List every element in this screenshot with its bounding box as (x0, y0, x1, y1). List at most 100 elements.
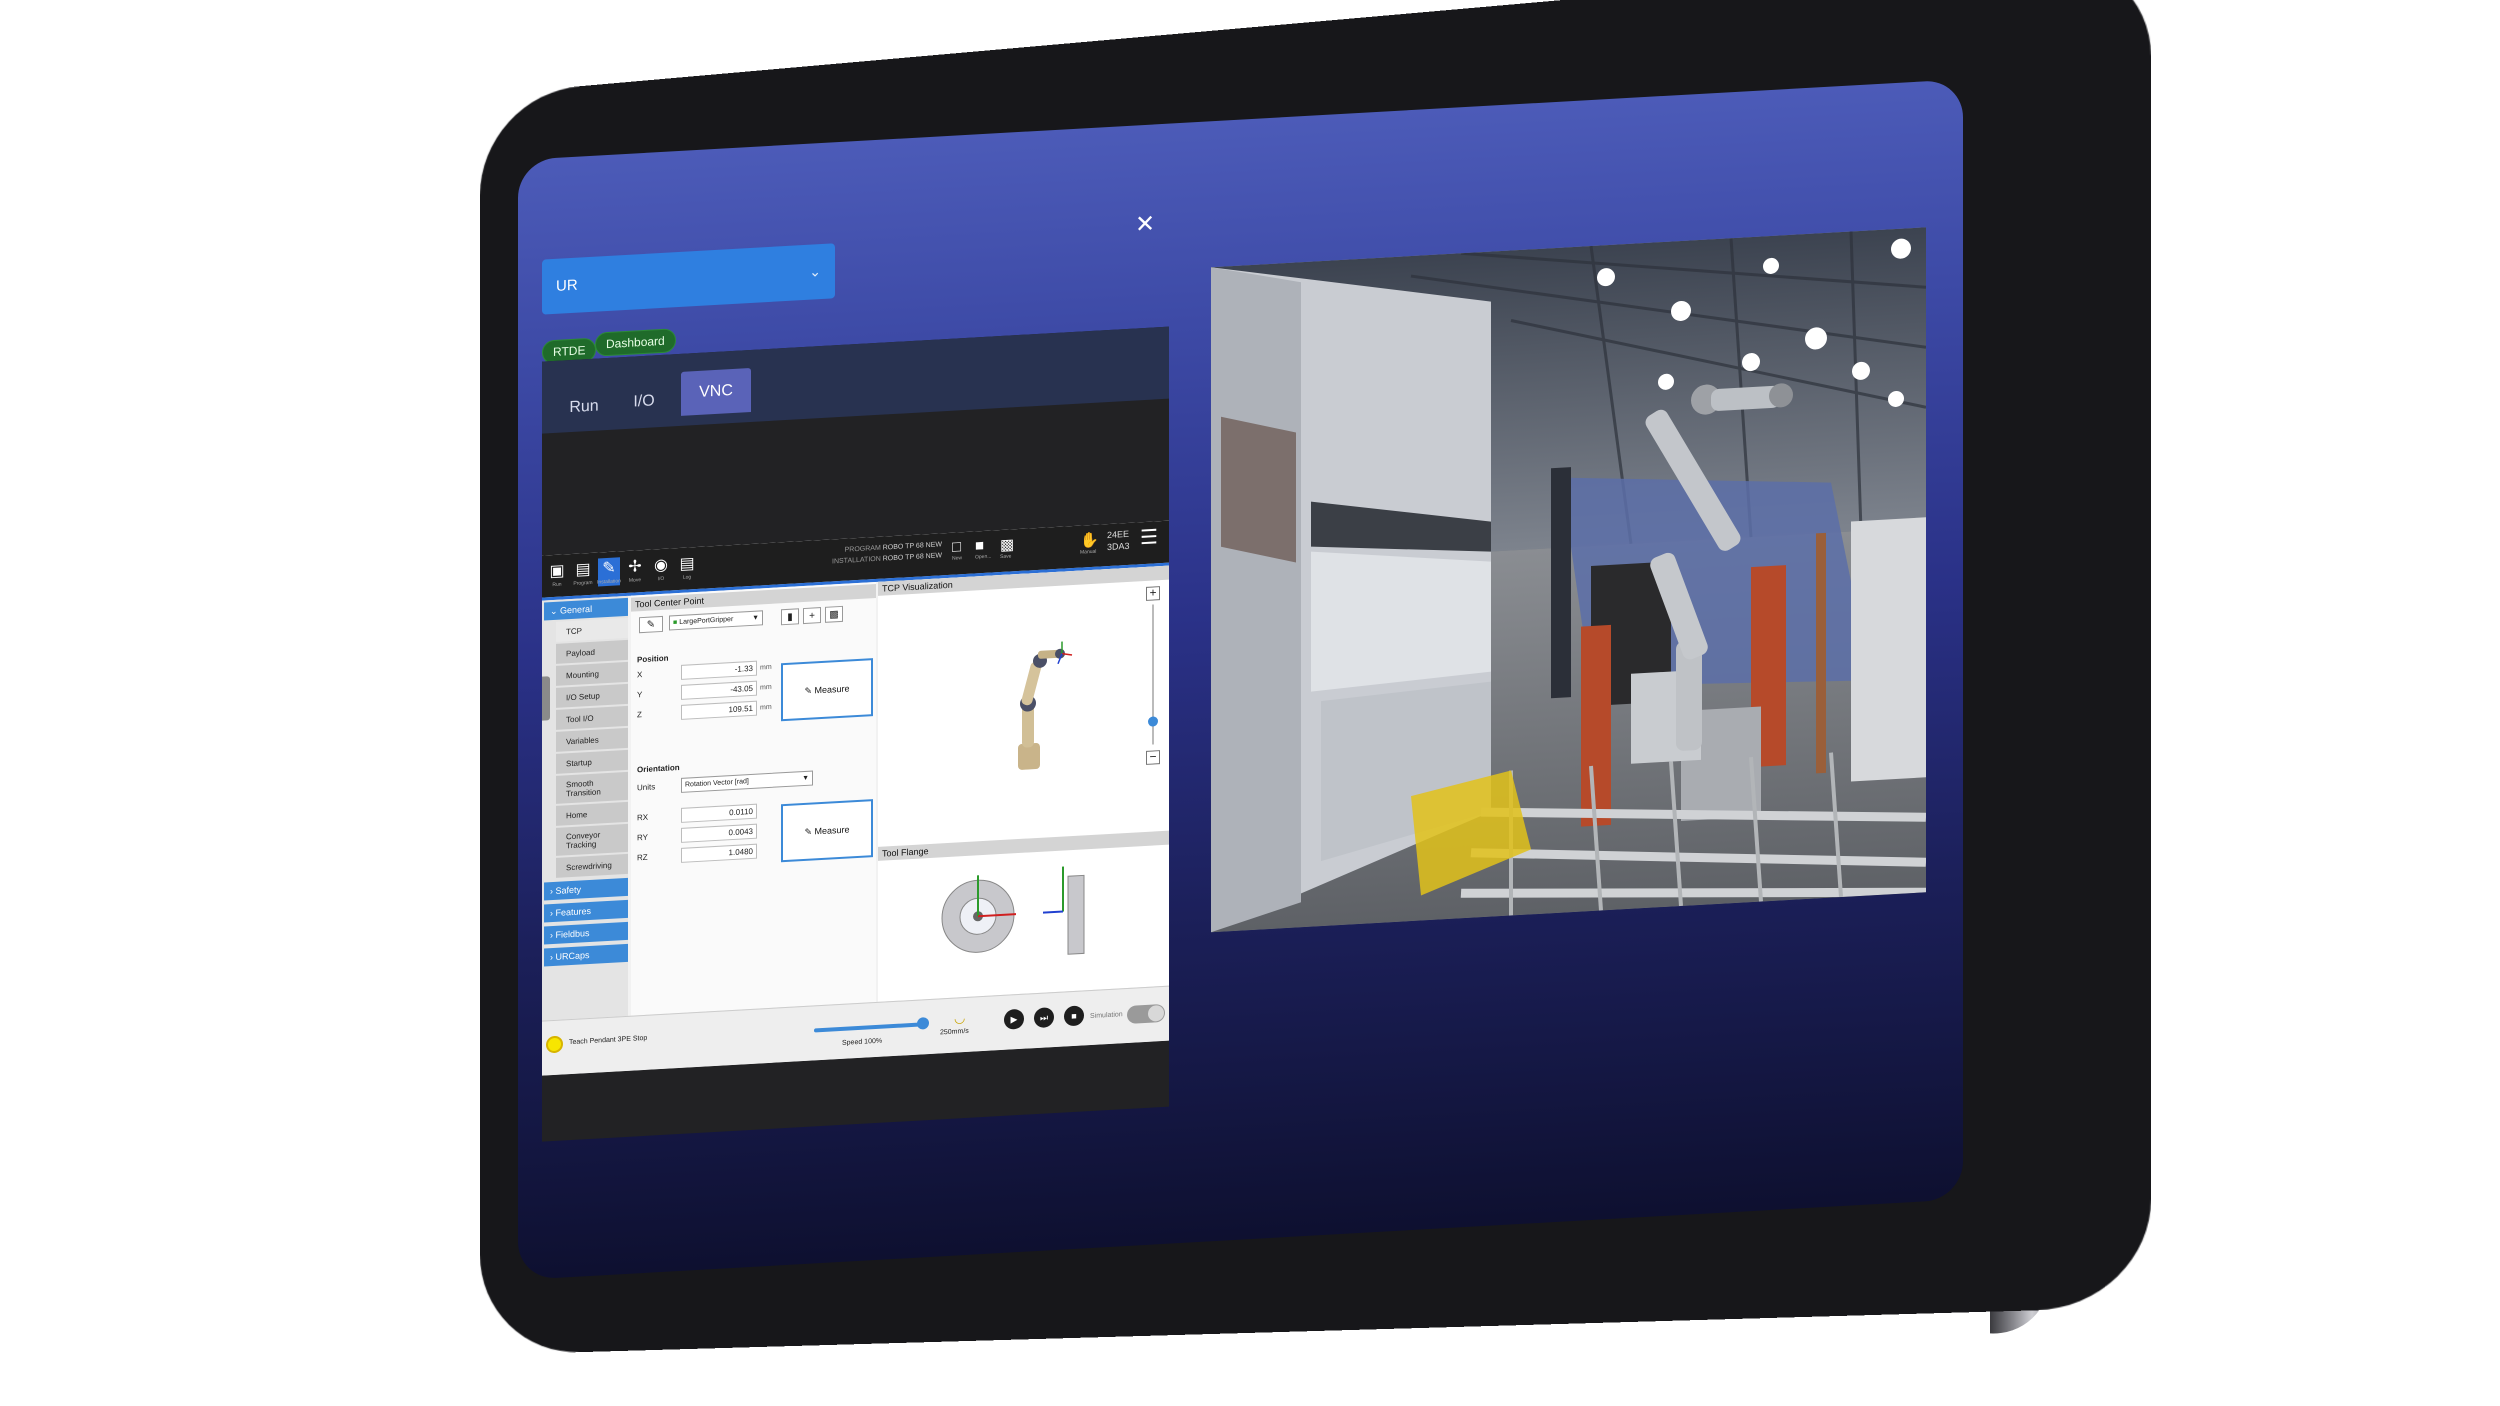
measure-label: Measure (814, 683, 850, 696)
z-field[interactable]: 109.51 (681, 700, 757, 720)
program-label: PROGRAM (844, 544, 881, 554)
zoom-in-button[interactable]: + (1146, 585, 1160, 601)
sidebar-item-home[interactable]: Home (556, 801, 628, 826)
tcp-speed: 250mm/s (940, 1027, 969, 1037)
io-icon[interactable]: ◉ I/O (650, 554, 672, 583)
sidebar-item-tcp[interactable]: TCP (556, 617, 628, 642)
tcp-selector[interactable]: ■ LargePortGripper ▼ (669, 610, 763, 631)
sidebar-item-smooth-transition[interactable]: Smooth Transition (556, 771, 628, 804)
sidebar-item-screwdriving[interactable]: Screwdriving (556, 853, 628, 878)
measure-label: Measure (814, 824, 850, 837)
sidebar-group-urcaps[interactable]: › URCaps (544, 943, 628, 967)
dashboard-tag[interactable]: Dashboard (595, 328, 676, 357)
tcp-selector-value: LargePortGripper (679, 615, 734, 626)
sidebar-item-variables[interactable]: Variables (556, 727, 628, 752)
orientation-label: Orientation (637, 762, 680, 775)
save-icon[interactable]: ▩ Save (1000, 535, 1014, 560)
header-icon-label: Program (573, 579, 593, 587)
tcp-config-panel: Tool Center Point ✎ ■ LargePortGripper ▼… (631, 581, 876, 1016)
status-text: Teach Pendant 3PE Stop (569, 1034, 648, 1047)
simulation-toggle[interactable] (1127, 1003, 1165, 1024)
sidebar-item-label: Payload (566, 647, 595, 658)
move-icon[interactable]: ✢ Move (624, 556, 646, 585)
sidebar-group-label: Fieldbus (555, 928, 590, 940)
sidebar-item-tool-io[interactable]: Tool I/O (556, 705, 628, 730)
x-unit: mm (760, 663, 772, 672)
sidebar-group-fieldbus[interactable]: › Fieldbus (544, 921, 628, 945)
speed-label: Speed 100% (842, 1037, 883, 1047)
tab-io[interactable]: I/O (618, 379, 670, 426)
sidebar-collapse-handle[interactable] (542, 676, 550, 721)
measure-position-button[interactable]: ✎ Measure (781, 658, 873, 722)
x-field[interactable]: -1.33 (681, 660, 757, 680)
ur-logo-icon[interactable]: ▣ Run (546, 560, 568, 589)
sidebar-item-label: Smooth Transition (566, 778, 601, 799)
manual-mode-icon[interactable]: ✋ Manual (1080, 531, 1099, 556)
speed-slider-knob[interactable] (917, 1017, 929, 1030)
header-icon-label: Log (682, 574, 692, 581)
measure-icon: ✎ (804, 826, 812, 837)
sidebar-item-conveyor-tracking[interactable]: Conveyor Tracking (556, 823, 628, 856)
tab-label: I/O (633, 392, 655, 411)
stop-button[interactable]: ■ (1064, 1005, 1084, 1027)
play-button[interactable]: ▶ (1004, 1008, 1024, 1030)
header-icon-label: Move (628, 577, 642, 584)
rx-field[interactable]: 0.0110 (681, 803, 757, 823)
installation-label: INSTALLATION (832, 555, 881, 566)
installation-icon[interactable]: ✎ Installation (597, 557, 621, 587)
device-dropdown-value: UR (556, 276, 578, 295)
new-file-icon[interactable]: □ New (952, 538, 962, 562)
measure-icon: ✎ (804, 685, 812, 696)
sidebar-item-label: Startup (566, 757, 592, 768)
z-label: Z (637, 710, 642, 720)
bookmark-button[interactable]: ▮ (781, 608, 799, 626)
robot-id: 24EE 3DA3 (1107, 528, 1130, 553)
sidebar-item-startup[interactable]: Startup (556, 749, 628, 774)
sidebar-group-general[interactable]: ⌄ General (544, 597, 628, 621)
z-unit: mm (760, 703, 772, 712)
tablet-device: UR ⌄ ✕ RTDE Dashboard Run I/O VNC ▣ Run … (0, 0, 2500, 1406)
y-field[interactable]: -43.05 (681, 680, 757, 700)
zoom-out-button[interactable]: − (1146, 749, 1160, 765)
program-icon[interactable]: ▤ Program (572, 559, 594, 588)
rz-field[interactable]: 1.0480 (681, 843, 757, 863)
ry-field[interactable]: 0.0043 (681, 823, 757, 843)
close-icon[interactable]: ✕ (1135, 209, 1155, 239)
mode-label: Manual (1080, 548, 1097, 556)
camera-feed[interactable] (1211, 227, 1926, 933)
orientation-units-select[interactable]: Rotation Vector [rad] ▼ (681, 770, 813, 793)
file-button-label: New (952, 555, 963, 562)
measure-orientation-button[interactable]: ✎ Measure (781, 799, 873, 863)
robot-panel: Run I/O VNC ▣ Run ▤ Program ✎ Installation … (542, 326, 1169, 1142)
speed-slider[interactable] (814, 1022, 922, 1033)
y-unit: mm (760, 683, 772, 692)
header-icon-label: Run (552, 581, 562, 589)
sidebar-item-mounting[interactable]: Mounting (556, 661, 628, 686)
hamburger-menu-icon[interactable]: ☰ (1140, 526, 1158, 549)
zoom-slider-knob[interactable] (1148, 716, 1158, 727)
add-tcp-button[interactable]: + (803, 607, 821, 625)
robot-arm-3d-view (1018, 641, 1073, 770)
file-button-label: Open... (975, 553, 992, 561)
tab-vnc[interactable]: VNC (681, 367, 751, 416)
delete-tcp-button[interactable]: ▩ (825, 605, 843, 623)
speedometer-icon: ◡ (954, 1009, 966, 1026)
log-icon[interactable]: ▤ Log (676, 553, 698, 582)
edit-tcp-button[interactable]: ✎ (639, 615, 663, 634)
sidebar-group-label: Features (555, 905, 592, 918)
sidebar-group-safety[interactable]: › Safety (544, 877, 628, 901)
sidebar-item-label: Home (566, 809, 588, 820)
robot-id-line: 3DA3 (1107, 540, 1130, 553)
vnc-viewer[interactable]: ▣ Run ▤ Program ✎ Installation ✢ Move ◉ I/O ▤… (542, 520, 1169, 1076)
device-dropdown[interactable]: UR ⌄ (542, 243, 835, 315)
sidebar-item-label: Tool I/O (566, 713, 594, 724)
header-icon-label: Installation (597, 578, 621, 586)
step-button[interactable]: ⏭ (1034, 1007, 1054, 1029)
sidebar-item-io-setup[interactable]: I/O Setup (556, 683, 628, 708)
sidebar-group-features[interactable]: › Features (544, 899, 628, 923)
sidebar-item-label: Conveyor Tracking (566, 830, 601, 851)
tab-run[interactable]: Run (556, 384, 612, 431)
sidebar-item-payload[interactable]: Payload (556, 639, 628, 664)
open-folder-icon[interactable]: ■ Open... (975, 537, 991, 561)
tag-label: Dashboard (606, 333, 665, 352)
